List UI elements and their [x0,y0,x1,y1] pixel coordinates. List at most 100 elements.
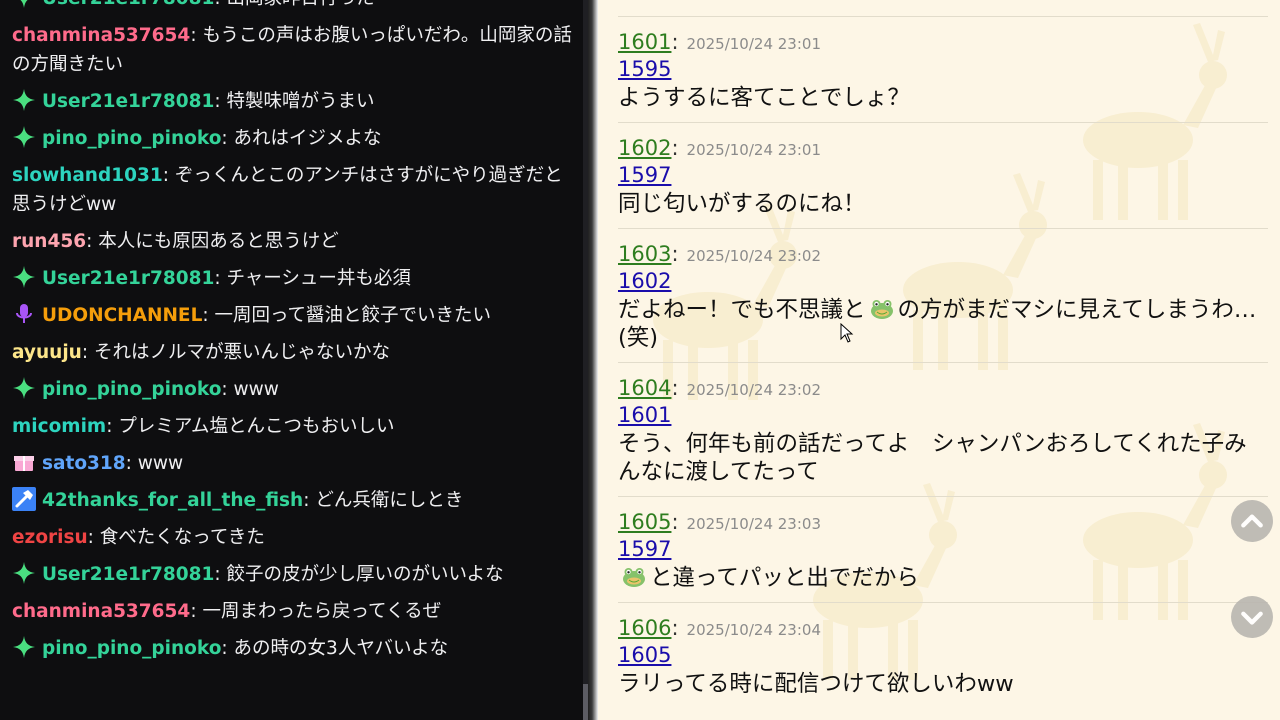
chat-message: User21e1r78081: チャーシュー丼も必須 [0,260,588,297]
chat-username[interactable]: pino_pino_pinoko [42,379,221,400]
post-colon: : [671,616,679,640]
reply-anchor-link[interactable]: 1595 [618,57,671,82]
post-date: 2025/10/24 23:02 [686,381,821,399]
thread-post: 1605: 2025/10/24 23:03 1597 と違ってパッと出でだから [618,496,1268,602]
chat-username[interactable]: UDONCHANNEL [42,305,202,326]
chevron-down-icon [1241,611,1263,625]
chat-text: www [137,453,184,474]
chat-text: あの時の女3人ヤバいよな [233,638,449,659]
post-header: 1603: 2025/10/24 23:02 [618,241,1268,269]
post-number-link[interactable]: 1604 [618,376,671,400]
post-date: 2025/10/24 23:02 [686,247,821,265]
green-sparkle-icon[interactable] [12,635,36,659]
chat-username[interactable]: run456 [12,231,86,252]
chat-separator: : [87,527,100,548]
chat-username[interactable]: 42thanks_for_all_the_fish [42,490,303,511]
chat-text: 本人にも原因あると思うけど [98,231,339,252]
post-text: そう、何年も前の話だってよ シャンパンおろしてくれた子みんなに渡してたって [618,431,1247,485]
post-date: 2025/10/24 23:01 [686,141,821,159]
chat-text: www [233,379,279,400]
reply-anchor-link[interactable]: 1601 [618,403,671,428]
post-body: そう、何年も前の話だってよ シャンパンおろしてくれた子みんなに渡してたって [618,430,1268,486]
chat-separator: : [214,0,226,9]
post-number-link[interactable]: 1606 [618,616,671,640]
post-number-link[interactable]: 1603 [618,242,671,266]
chat-message: ezorisu: 食べたくなってきた [0,519,588,556]
post-header: 1605: 2025/10/24 23:03 [618,509,1268,537]
chat-separator: : [81,342,94,363]
frog-icon [870,297,894,321]
chat-username[interactable]: User21e1r78081 [42,564,214,585]
post-date: 2025/10/24 23:03 [686,515,821,533]
chat-message: pino_pino_pinoko: あの時の女3人ヤバいよな [0,630,588,667]
green-sparkle-icon[interactable] [12,0,36,9]
chat-message: User21e1r78081: 特製味噌がうまい [0,83,588,120]
chat-username[interactable]: ezorisu [12,527,88,548]
chat-username[interactable]: User21e1r78081 [42,268,214,289]
chat-username[interactable]: pino_pino_pinoko [42,128,221,149]
reply-anchor-link[interactable]: 1597 [618,537,671,562]
chat-message: chanmina537654: 一周まわったら戻ってくるぜ [0,593,588,630]
green-sparkle-icon[interactable] [12,376,36,400]
hammer-icon[interactable] [12,487,36,511]
thread-post: 1606: 2025/10/24 23:04 1605 ラリってる時に配信つけて欲しい… [618,602,1268,708]
gift-icon[interactable] [12,450,36,474]
chat-username[interactable]: chanmina537654 [12,25,190,46]
reply-anchor-link[interactable]: 1605 [618,643,671,668]
chat-message: pino_pino_pinoko: www [0,371,588,408]
chat-separator: : [86,231,99,252]
chat-username[interactable]: User21e1r78081 [42,91,214,112]
thread-post: 1604: 2025/10/24 23:02 1601 そう、何年も前の話だってよ シ… [618,362,1268,496]
post-body: ラリってる時に配信つけて欲しいわww [618,670,1268,698]
post-colon: : [671,242,679,266]
post-colon: : [671,510,679,534]
scroll-down-button[interactable] [1231,596,1273,638]
chat-username[interactable]: ayuuju [12,342,82,363]
chat-username[interactable]: slowhand1031 [12,165,163,186]
chat-username[interactable]: pino_pino_pinoko [42,638,221,659]
microphone-icon[interactable] [12,302,36,326]
chat-message: sato318: www [0,445,588,482]
chat-username[interactable]: chanmina537654 [12,601,190,622]
chat-separator: : [303,490,316,511]
chevron-up-icon [1241,514,1263,528]
chat-separator: : [221,638,234,659]
chat-message: User21e1r78081: 餃子の皮が少し厚いのがいいよな [0,556,588,593]
chat-message-list[interactable]: User21e1r78081: 山岡家昨日行った chanmina537654: … [0,0,588,667]
post-header: 1606: 2025/10/24 23:04 [618,615,1268,643]
chat-text: プレミアム塩とんこつもおいしい [118,416,395,437]
green-sparkle-icon[interactable] [12,561,36,585]
bbs-thread-panel: 1601: 2025/10/24 23:01 1595 ようするに客てことでしょ？ 16… [598,0,1280,720]
reply-anchor-link[interactable]: 1597 [618,163,671,188]
post-body: と違ってパッと出でだから [618,564,1268,592]
chat-text: 一周回って醤油と餃子でいきたい [214,305,492,326]
chat-username[interactable]: micomim [12,416,106,437]
post-text: だよねー！でも不思議と [618,297,866,323]
post-list[interactable]: 1601: 2025/10/24 23:01 1595 ようするに客てことでしょ？ 16… [618,16,1268,708]
chat-text: 山岡家昨日行った [226,0,374,9]
chat-separator: : [162,165,175,186]
post-number-link[interactable]: 1602 [618,136,671,160]
post-body: 同じ匂いがするのにね！ [618,190,1268,218]
scroll-up-button[interactable] [1231,500,1273,542]
chat-message: User21e1r78081: 山岡家昨日行った [0,0,588,17]
live-chat-panel: User21e1r78081: 山岡家昨日行った chanmina537654: … [0,0,588,720]
chat-separator: : [214,268,227,289]
green-sparkle-icon[interactable] [12,265,36,289]
green-sparkle-icon[interactable] [12,88,36,112]
post-number-link[interactable]: 1601 [618,30,671,54]
chat-separator: : [214,91,227,112]
post-number-link[interactable]: 1605 [618,510,671,534]
chat-username[interactable]: sato318 [42,453,126,474]
post-colon: : [671,30,679,54]
reply-anchor-link[interactable]: 1602 [618,269,671,294]
chat-username[interactable]: User21e1r78081 [42,0,214,9]
chat-text: 餃子の皮が少し厚いのがいいよな [226,564,504,585]
green-sparkle-icon[interactable] [12,125,36,149]
chat-text: 特製味噌がうまい [226,91,375,112]
chat-message: ayuuju: それはノルマが悪いんじゃないかな [0,334,588,371]
chat-text: チャーシュー丼も必須 [226,268,411,289]
post-body: だよねー！でも不思議と の方がまだマシに見えてしまうわ…(笑) [618,296,1268,352]
chat-text: どん兵衛にしとき [315,490,464,511]
post-text: 同じ匂いがするのにね！ [618,191,866,217]
